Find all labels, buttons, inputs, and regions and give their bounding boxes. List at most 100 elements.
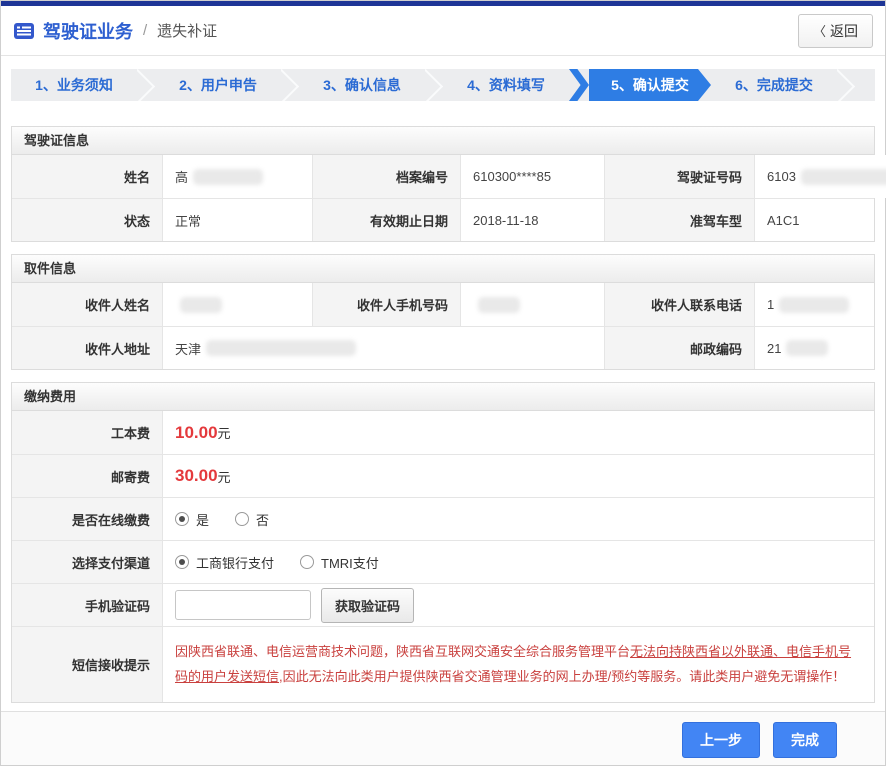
online-pay-no-label[interactable]: 否 bbox=[256, 510, 269, 529]
status-value: 正常 bbox=[162, 198, 312, 241]
redacted-blur bbox=[478, 297, 520, 313]
recipient-address-value: 天津 bbox=[162, 326, 604, 369]
step-bar-filler bbox=[855, 69, 875, 101]
production-fee-value: 10.00 元 bbox=[162, 411, 874, 454]
step-separator-icon bbox=[425, 69, 443, 101]
finish-button[interactable]: 完成 bbox=[773, 722, 837, 758]
online-pay-no-radio[interactable] bbox=[235, 512, 249, 526]
channel-icbc-radio[interactable] bbox=[175, 555, 189, 569]
production-fee-row: 工本费 10.00 元 bbox=[12, 411, 874, 454]
step-separator-icon bbox=[281, 69, 299, 101]
mailing-fee-row: 邮寄费 30.00 元 bbox=[12, 454, 874, 497]
back-button[interactable]: 〈 返回 bbox=[798, 14, 873, 48]
payment-channel-options: 工商银行支付 TMRI支付 bbox=[162, 540, 874, 583]
page-subtitle: 遗失补证 bbox=[157, 20, 217, 41]
sms-code-row: 手机验证码 获取验证码 bbox=[12, 583, 874, 626]
license-section-title: 驾驶证信息 bbox=[12, 127, 874, 155]
page-title: 驾驶证业务 bbox=[43, 18, 133, 44]
production-fee-amount: 10.00 bbox=[175, 423, 218, 443]
document-list-icon bbox=[13, 22, 35, 40]
vehicle-type-value: A1C1 bbox=[754, 198, 874, 241]
name-value: 高 bbox=[162, 155, 312, 198]
step-5-confirm-submit[interactable]: 5、确认提交 bbox=[589, 69, 711, 101]
mailing-fee-label: 邮寄费 bbox=[12, 454, 162, 497]
recipient-address-text: 天津 bbox=[175, 339, 201, 358]
vehicle-type-label: 准驾车型 bbox=[604, 198, 754, 241]
chevron-left-icon: 〈 bbox=[813, 21, 826, 40]
notice-text-part1: 因陕西省联通、电信运营商技术问题，陕西省互联网交通安全综合服务管理平台 bbox=[175, 644, 630, 659]
license-number-label: 驾驶证号码 bbox=[604, 155, 754, 198]
postcode-label: 邮政编码 bbox=[604, 326, 754, 369]
production-fee-label: 工本费 bbox=[12, 411, 162, 454]
online-pay-yes-radio[interactable] bbox=[175, 512, 189, 526]
sms-code-label: 手机验证码 bbox=[12, 583, 162, 626]
sms-code-input[interactable] bbox=[175, 590, 311, 620]
get-code-button[interactable]: 获取验证码 bbox=[321, 588, 414, 623]
mailing-fee-value: 30.00 元 bbox=[162, 454, 874, 497]
step-separator-icon bbox=[137, 69, 155, 101]
redacted-blur bbox=[801, 169, 886, 185]
recipient-mobile-value bbox=[460, 283, 604, 326]
recipient-phone-label: 收件人联系电话 bbox=[604, 283, 754, 326]
payment-channel-label: 选择支付渠道 bbox=[12, 540, 162, 583]
license-info-section: 驾驶证信息 姓名 高 档案编号 610300****85 驾驶证号码 6103 … bbox=[11, 126, 875, 242]
step-3-confirm-info[interactable]: 3、确认信息 bbox=[299, 69, 425, 101]
redacted-blur bbox=[193, 169, 263, 185]
step-6-finish-submit[interactable]: 6、完成提交 bbox=[711, 69, 837, 101]
license-number-value: 6103 bbox=[754, 155, 886, 198]
expiry-date-value: 2018-11-18 bbox=[460, 198, 604, 241]
expiry-date-label: 有效期止日期 bbox=[312, 198, 460, 241]
name-value-text: 高 bbox=[175, 167, 188, 186]
breadcrumb: 驾驶证业务 / 遗失补证 bbox=[13, 18, 217, 44]
sms-notice-row: 短信接收提示 因陕西省联通、电信运营商技术问题，陕西省互联网交通安全综合服务管理… bbox=[12, 626, 874, 702]
step-1-business-notice[interactable]: 1、业务须知 bbox=[11, 69, 137, 101]
postcode-text: 21 bbox=[767, 341, 781, 356]
recipient-name-label: 收件人姓名 bbox=[12, 283, 162, 326]
online-pay-row: 是否在线缴费 是 否 bbox=[12, 497, 874, 540]
online-pay-yes-label[interactable]: 是 bbox=[196, 510, 209, 529]
redacted-blur bbox=[779, 297, 849, 313]
recipient-name-value bbox=[162, 283, 312, 326]
redacted-blur bbox=[786, 340, 828, 356]
recipient-phone-value: 1 bbox=[754, 283, 874, 326]
name-label: 姓名 bbox=[12, 155, 162, 198]
back-button-label: 返回 bbox=[830, 21, 858, 41]
channel-tmri-radio[interactable] bbox=[300, 555, 314, 569]
file-number-value: 610300****85 bbox=[460, 155, 604, 198]
recipient-mobile-label: 收件人手机号码 bbox=[312, 283, 460, 326]
pickup-section-title: 取件信息 bbox=[12, 255, 874, 283]
pickup-row-1: 收件人姓名 收件人手机号码 收件人联系电话 1 bbox=[12, 283, 874, 326]
license-row-2: 状态 正常 有效期止日期 2018-11-18 准驾车型 A1C1 bbox=[12, 198, 874, 241]
production-fee-unit: 元 bbox=[218, 423, 231, 442]
sms-notice-text: 因陕西省联通、电信运营商技术问题，陕西省互联网交通安全综合服务管理平台无法向持陕… bbox=[162, 626, 874, 702]
redacted-blur bbox=[180, 297, 222, 313]
recipient-phone-text: 1 bbox=[767, 297, 774, 312]
previous-step-button[interactable]: 上一步 bbox=[682, 722, 760, 758]
page-header: 驾驶证业务 / 遗失补证 〈 返回 bbox=[1, 6, 885, 56]
notice-text-part3: ,因此无法向此类用户提供陕西省交通管理业务的网上办理/预约等服务。请此类用户避免… bbox=[279, 669, 845, 684]
online-pay-options: 是 否 bbox=[162, 497, 874, 540]
channel-icbc-label[interactable]: 工商银行支付 bbox=[196, 553, 274, 572]
mailing-fee-unit: 元 bbox=[218, 467, 231, 486]
online-pay-label: 是否在线缴费 bbox=[12, 497, 162, 540]
file-number-label: 档案编号 bbox=[312, 155, 460, 198]
fees-section-title: 缴纳费用 bbox=[12, 383, 874, 411]
mailing-fee-amount: 30.00 bbox=[175, 466, 218, 486]
pickup-row-2: 收件人地址 天津 邮政编码 21 bbox=[12, 326, 874, 369]
pickup-info-section: 取件信息 收件人姓名 收件人手机号码 收件人联系电话 1 收件人地址 天津 邮政… bbox=[11, 254, 875, 370]
payment-channel-row: 选择支付渠道 工商银行支付 TMRI支付 bbox=[12, 540, 874, 583]
step-wizard: 1、业务须知 2、用户申告 3、确认信息 4、资料填写 5、确认提交 6、完成提… bbox=[11, 69, 875, 101]
postcode-value: 21 bbox=[754, 326, 874, 369]
license-number-text: 6103 bbox=[767, 169, 796, 184]
sms-notice-label: 短信接收提示 bbox=[12, 626, 162, 702]
channel-tmri-label[interactable]: TMRI支付 bbox=[321, 553, 379, 572]
step-active-arrow-icon bbox=[569, 69, 589, 101]
step-2-user-declaration[interactable]: 2、用户申告 bbox=[155, 69, 281, 101]
step-4-fill-data[interactable]: 4、资料填写 bbox=[443, 69, 569, 101]
license-row-1: 姓名 高 档案编号 610300****85 驾驶证号码 6103 bbox=[12, 155, 874, 198]
recipient-address-label: 收件人地址 bbox=[12, 326, 162, 369]
sms-code-field-group: 获取验证码 bbox=[162, 583, 874, 626]
footer-action-bar: 上一步 完成 bbox=[1, 711, 885, 765]
status-label: 状态 bbox=[12, 198, 162, 241]
payment-fees-section: 缴纳费用 工本费 10.00 元 邮寄费 30.00 元 是否在线缴费 是 否 … bbox=[11, 382, 875, 703]
